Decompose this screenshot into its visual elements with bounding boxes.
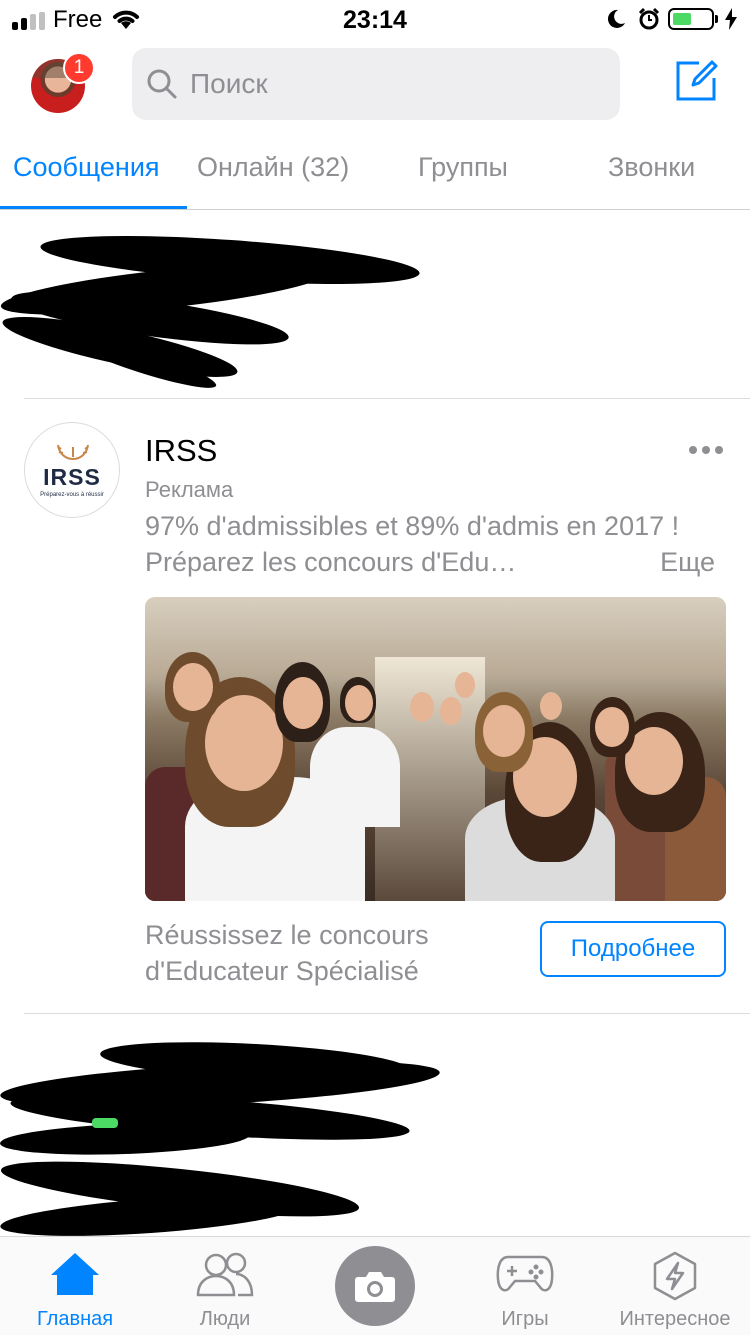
nav-home-label: Главная [36, 1308, 114, 1330]
nav-discover[interactable]: Интересное [600, 1237, 750, 1335]
search-icon [147, 69, 177, 99]
sponsored-label: Реклама [145, 477, 234, 502]
see-more-link[interactable]: Еще [652, 544, 715, 580]
gamepad-icon [496, 1255, 554, 1292]
tab-calls[interactable]: Звонки [608, 152, 695, 183]
search-input[interactable]: Поиск [132, 48, 620, 120]
active-tab-indicator [0, 206, 187, 209]
nav-games-label: Игры [501, 1308, 549, 1330]
camera-icon [355, 1272, 395, 1302]
learn-more-button[interactable]: Подробнее [540, 921, 726, 977]
alarm-icon [638, 7, 660, 30]
tab-groups[interactable]: Группы [418, 152, 508, 183]
ad-text-content: 97% d'admissibles et 89% d'admis en 2017… [145, 511, 680, 577]
ad-advertiser-name[interactable]: IRSS [145, 433, 217, 469]
camera-button[interactable] [335, 1246, 415, 1326]
ad-body-text: 97% d'admissibles et 89% d'admis en 2017… [145, 508, 725, 580]
laurel-icon [57, 444, 89, 460]
divider [24, 398, 750, 399]
conversation-item-redacted[interactable] [0, 210, 750, 398]
people-icon [196, 1252, 254, 1297]
battery-tip [715, 15, 718, 23]
compose-icon[interactable] [673, 58, 719, 104]
notification-badge: 1 [63, 52, 95, 84]
nav-people-label: Люди [199, 1308, 251, 1330]
nav-discover-label: Интересное [619, 1308, 731, 1330]
nav-home[interactable]: Главная [0, 1237, 150, 1335]
battery-icon [668, 8, 714, 30]
nav-games[interactable]: Игры [450, 1237, 600, 1335]
ad-logo-tagline: Préparez-vous à réussir [40, 492, 104, 498]
ad-logo-text: IRSS [43, 464, 101, 490]
tab-messages[interactable]: Сообщения [13, 152, 160, 183]
tab-online[interactable]: Онлайн (32) [197, 152, 349, 183]
ad-headline: Réussissez le concours d'Educateur Spéci… [145, 920, 429, 986]
conversation-item-redacted[interactable] [0, 1014, 750, 1244]
nav-people[interactable]: Люди [150, 1237, 300, 1335]
home-icon [51, 1253, 99, 1295]
ad-logo[interactable]: IRSS Préparez-vous à réussir [24, 422, 120, 518]
more-options-icon[interactable] [689, 446, 723, 454]
tab-bar: Сообщения Онлайн (32) Группы Звонки [0, 140, 750, 210]
do-not-disturb-icon [607, 9, 625, 28]
charging-icon [725, 8, 737, 30]
ad-image[interactable] [145, 597, 726, 901]
search-placeholder: Поиск [190, 68, 268, 99]
status-bar: Free 23:14 [0, 0, 750, 40]
discover-icon [653, 1251, 697, 1301]
